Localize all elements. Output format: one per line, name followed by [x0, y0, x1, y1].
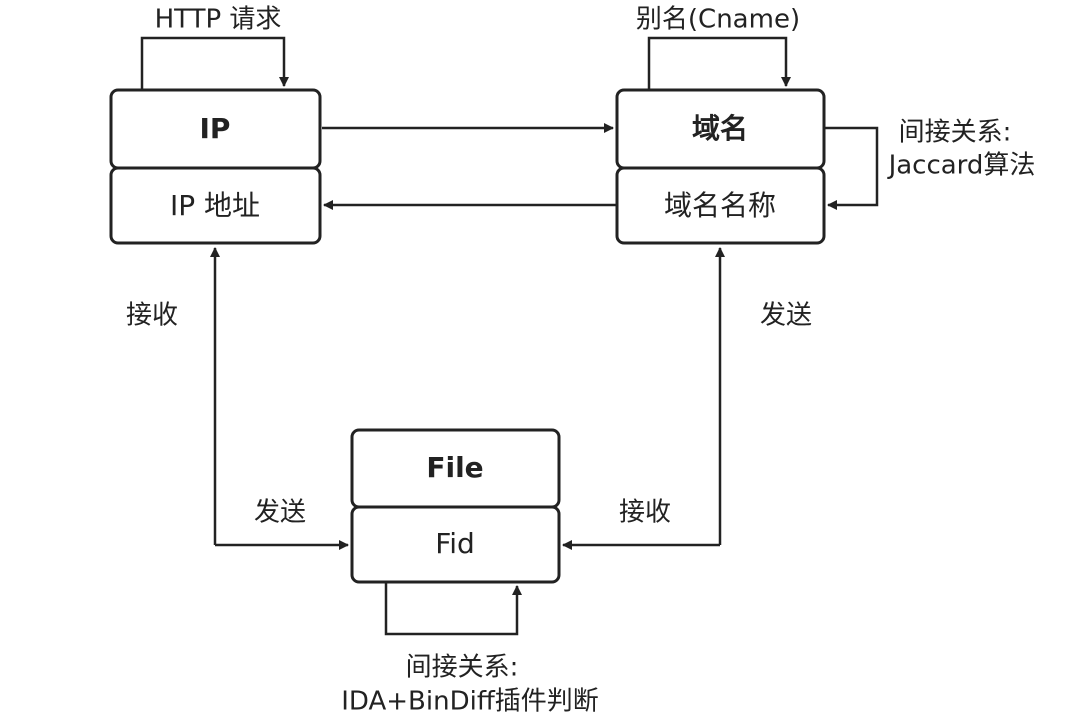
file-title: File — [426, 451, 483, 484]
ip-file-send-label: 发送 — [254, 498, 306, 528]
ip-field: IP 地址 — [170, 189, 260, 222]
entity-relationship-diagram: IP IP 地址 域名 域名名称 File Fid HTTP 请求 别名(Cna… — [109, 5, 1036, 717]
ip-self-loop-arrow — [140, 36, 289, 90]
domain-self-loop-arrow — [647, 36, 791, 90]
domain-self-label: 别名(Cname) — [636, 5, 800, 35]
domain-indirect-label-line1: 间接关系: — [899, 118, 1012, 148]
ip-title: IP — [200, 112, 231, 145]
ip-self-label: HTTP 请求 — [155, 5, 282, 35]
domain-entity: 域名 域名名称 — [615, 88, 826, 245]
domain-title: 域名 — [692, 112, 748, 145]
domain-indirect-label-line2: Jaccard算法 — [887, 151, 1036, 181]
file-entity: File Fid — [350, 428, 561, 584]
file-indirect-label-line2: IDA+BinDiff插件判断 — [341, 687, 599, 717]
domain-indirect-loop-arrow — [824, 126, 879, 210]
ip-file-receive-label: 接收 — [126, 301, 178, 331]
file-indirect-label-line1: 间接关系: — [406, 653, 519, 683]
domain-file-send-label: 发送 — [760, 301, 812, 331]
file-field: Fid — [435, 527, 475, 560]
ip-entity: IP IP 地址 — [109, 88, 322, 245]
domain-file-receive-label: 接收 — [619, 498, 671, 528]
file-indirect-loop-arrow — [384, 582, 522, 636]
domain-field: 域名名称 — [664, 189, 776, 222]
